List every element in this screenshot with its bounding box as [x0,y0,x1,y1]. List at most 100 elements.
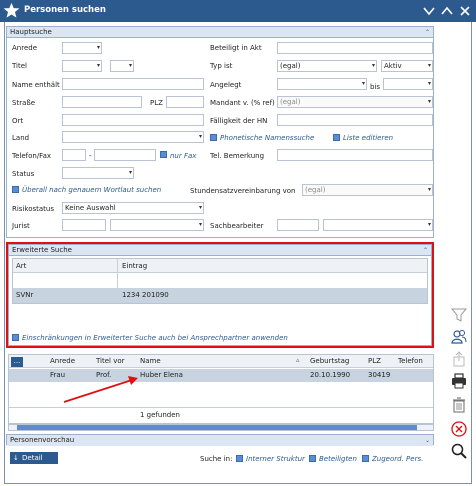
risikostatus-label: Risikostatus [12,205,54,213]
plz-input[interactable] [166,96,204,108]
name-label: Name enthält [12,81,60,89]
ueberall-label: Überall nach genauem Wortlaut suchen [22,186,162,194]
stundensatz-label: Stundensatzvereinbarung von [190,187,296,195]
dropdown-arrow-icon: ▾ [198,221,202,228]
strasse-label: Straße [12,99,36,107]
suche-in-label: Suche in: [200,455,233,463]
dropdown-arrow-icon: ▾ [96,62,100,69]
titel-nach-select[interactable]: ▾ [110,60,134,72]
stundensatz-value: (egal) [305,186,326,194]
beteiligt-input[interactable] [277,42,433,54]
collapse-icon[interactable]: ⌃ [425,28,430,38]
typ-select[interactable]: (egal) ▾ [277,60,377,72]
mandant-select[interactable]: (egal) ▾ [277,96,433,108]
results-menu-button[interactable]: ... [11,357,23,367]
angelegt-label: Angelegt [210,81,242,89]
chevron-down-icon[interactable] [422,4,436,18]
telefon-fax-label: Telefon/Fax [12,152,52,160]
tel-bemerkung-input[interactable] [277,149,433,161]
typ-label: Typ ist [210,62,233,70]
telefon-nummer-input[interactable] [94,149,156,161]
strasse-input[interactable] [62,96,142,108]
dropdown-arrow-icon: ▾ [198,204,202,211]
risikostatus-select[interactable]: Keine Auswahl ▾ [62,202,204,214]
col-anrede-header[interactable]: Anrede [47,355,99,368]
nur-fax-label: nur Fax [170,152,197,160]
print-icon[interactable] [450,372,468,390]
divider [9,407,433,408]
col-geburtstag-header[interactable]: Geburtstag [307,355,363,368]
beteiligt-label: Beteiligt in Akt [210,44,262,52]
detail-button[interactable]: ↓ Detail [10,452,58,464]
name-input[interactable] [62,78,204,90]
dropdown-arrow-icon: ▾ [427,98,431,105]
dropdown-arrow-icon: ▾ [96,44,100,51]
angelegt-von-input[interactable]: ▾ [277,78,367,90]
ort-label: Ort [12,117,24,125]
beteiligten-label: Beteiligten [319,455,357,463]
highlight-box [6,242,434,348]
col-plz-header[interactable]: PLZ [365,355,395,368]
red-arrow-annotation [63,376,138,403]
cancel-icon[interactable] [450,420,468,438]
phonetische-checkbox[interactable] [210,134,217,141]
interner-checkbox[interactable] [236,455,243,462]
zugeord-label: Zugeord. Pers. [372,455,424,463]
land-select[interactable]: ▾ [62,131,204,143]
aktiv-value: Aktiv [384,62,402,70]
hauptsuche-header[interactable]: Hauptsuche ⌃ [7,27,433,38]
anrede-select[interactable]: ▾ [62,42,102,54]
result-telefon-cell [395,369,433,382]
chevron-up-icon[interactable] [440,4,454,18]
result-geburtstag-cell: 20.10.1990 [310,371,351,379]
telefon-vorwahl-input[interactable] [62,149,86,161]
close-icon[interactable] [458,4,472,18]
horizontal-scrollbar[interactable] [8,424,434,431]
expand-icon[interactable]: ⌄ [425,436,430,446]
titel-label: Titel [12,62,28,70]
sort-ascending-icon[interactable]: ▵ [296,356,300,364]
title-bar: Personen suchen [0,0,476,22]
liste-editieren-checkbox[interactable] [333,134,340,141]
status-label: Status [12,170,35,178]
aktiv-select[interactable]: Aktiv ▾ [381,60,433,72]
dropdown-arrow-icon: ▾ [427,80,431,87]
jurist-label: Jurist [12,222,30,230]
beteiligten-checkbox[interactable] [309,455,316,462]
dropdown-arrow-icon: ▾ [361,80,365,87]
anrede-label: Anrede [12,44,38,52]
dropdown-arrow-icon: ▾ [427,62,431,69]
dropdown-arrow-icon: ▾ [198,133,202,140]
filter-icon[interactable] [450,306,468,324]
sachbearbeiter-select[interactable]: ▾ [323,219,433,231]
stundensatz-select[interactable]: (egal) ▾ [302,184,433,196]
faelligkeit-input[interactable] [277,114,433,126]
result-plz-cell: 30419 [368,371,391,379]
result-name-cell[interactable]: Huber Elena [137,369,307,382]
nur-fax-checkbox[interactable] [160,151,167,158]
dropdown-arrow-icon: ▾ [427,186,431,193]
personenvorschau-panel: Personenvorschau ⌄ [6,434,434,446]
scrollbar-thumb[interactable] [17,425,417,430]
personenvorschau-header[interactable]: Personenvorschau ⌄ [7,435,433,446]
trash-icon[interactable] [450,396,468,414]
users-icon[interactable] [450,328,468,346]
sachbearbeiter-input[interactable] [277,219,319,231]
ueberall-checkbox[interactable] [12,186,19,193]
col-telefon-header[interactable]: Telefon [395,355,433,368]
land-label: Land [12,134,30,142]
zugeord-checkbox[interactable] [362,455,369,462]
jurist-select[interactable]: ▾ [110,219,204,231]
titel-select[interactable]: ▾ [62,60,102,72]
ort-input[interactable] [62,114,204,126]
tel-bemerkung-label: Tel. Bemerkung [210,152,265,160]
status-select[interactable]: ▾ [62,167,134,179]
export-icon[interactable] [450,350,468,368]
dropdown-arrow-icon: ▾ [427,221,431,228]
angelegt-bis-input[interactable]: ▾ [383,78,433,90]
col-titel-header[interactable]: Titel vor [93,355,143,368]
dropdown-arrow-icon: ▾ [371,62,375,69]
col-name-header[interactable]: Name [137,355,307,368]
search-icon[interactable] [450,442,468,460]
jurist-input[interactable] [62,219,106,231]
